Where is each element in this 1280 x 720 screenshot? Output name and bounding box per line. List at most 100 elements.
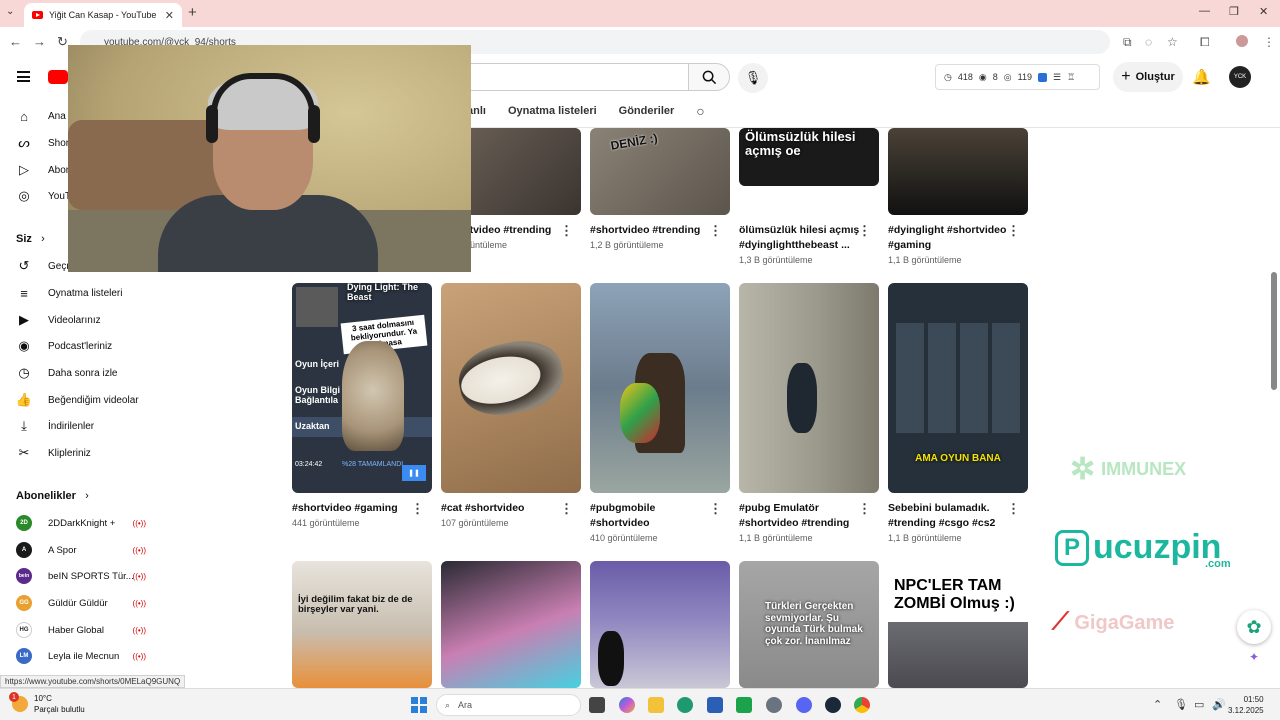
more-options-icon[interactable]: ⋮ [411, 501, 424, 517]
settings-gear-icon[interactable] [766, 697, 782, 713]
copilot-icon[interactable] [619, 697, 635, 713]
short-thumbnail[interactable]: Dying Light: The Beast 3 saat dolmasını … [292, 283, 432, 493]
sidebar-item-podcasts[interactable]: ◉ Podcast'leriniz [16, 333, 112, 359]
short-card[interactable]: Dying Light: The Beast 3 saat dolmasını … [292, 283, 432, 528]
short-thumbnail[interactable]: AMA OYUN BANA [888, 283, 1028, 493]
more-options-icon[interactable]: ⋮ [709, 501, 722, 517]
tab-posts[interactable]: Gönderiler [619, 105, 675, 117]
short-thumbnail[interactable]: Ölümsüzlük hilesi açmış oe [739, 128, 879, 186]
sidebar-item-downloads[interactable]: ⤓ İndirilenler [16, 413, 94, 439]
youtube-logo[interactable] [48, 70, 68, 84]
short-thumbnail[interactable] [441, 561, 581, 688]
voice-search-button[interactable]: 🎙 [738, 63, 768, 93]
network-icon[interactable]: ▭ [1194, 698, 1204, 711]
short-thumbnail[interactable] [888, 128, 1028, 215]
whatsapp-icon[interactable] [736, 697, 752, 713]
task-view-icon[interactable] [589, 697, 605, 713]
more-options-icon[interactable]: ⋮ [858, 501, 871, 517]
subscription-item[interactable]: 2D 2DDarkKnight + ((•)) [16, 512, 146, 534]
more-options-icon[interactable]: ⋮ [1007, 501, 1020, 517]
ai-assistant-icon[interactable]: ✿ [1237, 610, 1271, 644]
short-card[interactable]: #dyinglight #shortvideo #gaming 1,1 B gö… [888, 128, 1028, 265]
short-thumbnail[interactable]: DENİZ :) [590, 128, 730, 215]
you-section-heading[interactable]: Siz › [16, 233, 45, 245]
install-app-icon[interactable]: ⧉ [1123, 35, 1132, 50]
tab-search-icon[interactable]: ⌄ [6, 6, 14, 17]
short-card[interactable]: #pubg Emulatör #shortvideo #trending 1,1… [739, 283, 879, 543]
tray-chevron-icon[interactable]: ⌃ [1153, 698, 1162, 711]
eye-off-icon[interactable]: ◌ [1145, 35, 1152, 49]
back-icon[interactable]: ← [9, 34, 22, 49]
short-thumbnail[interactable] [590, 561, 730, 688]
more-options-icon[interactable]: ⋮ [560, 223, 573, 239]
extension-float-icon[interactable]: ✦ [1249, 650, 1259, 664]
search-input[interactable] [470, 63, 688, 91]
weather-widget[interactable]: 1 10°C Parçalı bulutlu [9, 692, 85, 715]
subscription-item[interactable]: LM Leyla ile Mecnun ((•)) [16, 645, 146, 667]
profile-icon[interactable] [1236, 35, 1248, 47]
discord-icon[interactable] [796, 697, 812, 713]
menu-icon[interactable] [17, 71, 30, 82]
file-explorer-icon[interactable] [648, 697, 664, 713]
chrome-icon[interactable] [854, 697, 870, 713]
more-options-icon[interactable]: ⋮ [560, 501, 573, 517]
sidebar-item-your-videos[interactable]: ▶ Videolarınız [16, 307, 101, 333]
more-menu-icon[interactable]: ⋮ [1263, 35, 1275, 49]
short-thumbnail[interactable] [441, 283, 581, 493]
reload-icon[interactable]: ↻ [57, 34, 68, 50]
short-thumbnail[interactable] [590, 283, 730, 493]
short-card[interactable] [590, 561, 730, 688]
subscription-item[interactable]: bein beIN SPORTS Tür... ((•)) [16, 565, 146, 587]
system-clock[interactable]: 01:50 3.12.2025 [1228, 694, 1264, 716]
volume-icon[interactable]: 🔊 [1212, 698, 1226, 711]
short-card[interactable]: #cat #shortvideo 107 görüntüleme ⋮ [441, 283, 581, 528]
short-card[interactable]: NPC'LER TAM ZOMBİ Olmuş :) [888, 561, 1028, 688]
more-options-icon[interactable]: ⋮ [709, 223, 722, 239]
short-card[interactable] [441, 561, 581, 688]
subscription-item[interactable]: GG Güldür Güldür ((•)) [16, 592, 146, 614]
short-card[interactable]: AMA OYUN BANA Sebebini bulamadık. #trend… [888, 283, 1028, 543]
channel-search-icon[interactable]: ○ [696, 103, 704, 119]
bookmark-star-icon[interactable]: ☆ [1167, 35, 1178, 49]
store-icon[interactable] [707, 697, 723, 713]
short-card[interactable]: İyi değilim fakat biz de de birşeyler va… [292, 561, 432, 688]
short-card[interactable]: Türkleri Gerçekten sevmiyorlar. Şu oyund… [739, 561, 879, 688]
sidebar-item-liked[interactable]: 👍 Beğendiğim videolar [16, 387, 139, 413]
extensions-icon[interactable]: ⧠ [1200, 35, 1210, 50]
short-card[interactable]: DENİZ :) #shortvideo #trending 1,2 B gör… [590, 128, 730, 250]
short-card[interactable]: #pubgmobile #shortvideo 410 görüntüleme … [590, 283, 730, 543]
subscription-item[interactable]: A A Spor ((•)) [16, 539, 146, 561]
steam-icon[interactable] [825, 697, 841, 713]
short-thumbnail[interactable]: İyi değilim fakat biz de de birşeyler va… [292, 561, 432, 688]
close-window-icon[interactable]: ✕ [1259, 5, 1268, 18]
account-avatar[interactable]: YCK [1229, 66, 1251, 88]
notifications-bell-icon[interactable]: 🔔 [1192, 68, 1211, 86]
maximize-icon[interactable]: ❐ [1229, 5, 1239, 18]
subscription-item[interactable]: HG Haber Global ((•)) [16, 619, 146, 641]
page-scrollbar[interactable] [1271, 272, 1277, 390]
sidebar-item-clips[interactable]: ✂ Klipleriniz [16, 440, 91, 466]
short-card[interactable]: Ölümsüzlük hilesi açmış oe ölümsüzlük hi… [739, 128, 879, 265]
windows-start-icon[interactable] [411, 697, 427, 713]
microphone-tray-icon[interactable]: 🎙 [1174, 698, 1188, 711]
tab-live[interactable]: Canlı [470, 105, 486, 117]
create-button[interactable]: + Oluştur [1113, 62, 1183, 92]
taskbar-search[interactable]: ⌕ Ara [436, 694, 581, 716]
short-thumbnail[interactable]: Türkleri Gerçekten sevmiyorlar. Şu oyund… [739, 561, 879, 688]
more-options-icon[interactable]: ⋮ [1007, 223, 1020, 239]
search-button[interactable] [688, 63, 730, 91]
stats-extension[interactable]: ◷ 418 ◉ 8 ◎ 119 ☰ ♖ [935, 64, 1100, 90]
new-tab-icon[interactable]: + [188, 4, 197, 21]
edge-icon[interactable] [677, 697, 693, 713]
short-thumbnail[interactable] [739, 283, 879, 493]
sidebar-item-watch-later[interactable]: ◷ Daha sonra izle [16, 360, 117, 386]
minimize-icon[interactable]: — [1199, 5, 1210, 17]
close-tab-icon[interactable]: ✕ [165, 9, 174, 22]
short-thumbnail[interactable]: NPC'LER TAM ZOMBİ Olmuş :) [888, 561, 1028, 688]
subscriptions-section-heading[interactable]: Abonelikler › [16, 490, 89, 502]
browser-tab[interactable]: Yiğit Can Kasap - YouTube ✕ [24, 3, 182, 27]
more-options-icon[interactable]: ⋮ [858, 223, 871, 239]
tab-playlists[interactable]: Oynatma listeleri [508, 105, 597, 117]
sidebar-item-playlists[interactable]: ≡ Oynatma listeleri [16, 280, 122, 306]
forward-icon[interactable]: → [33, 34, 46, 49]
